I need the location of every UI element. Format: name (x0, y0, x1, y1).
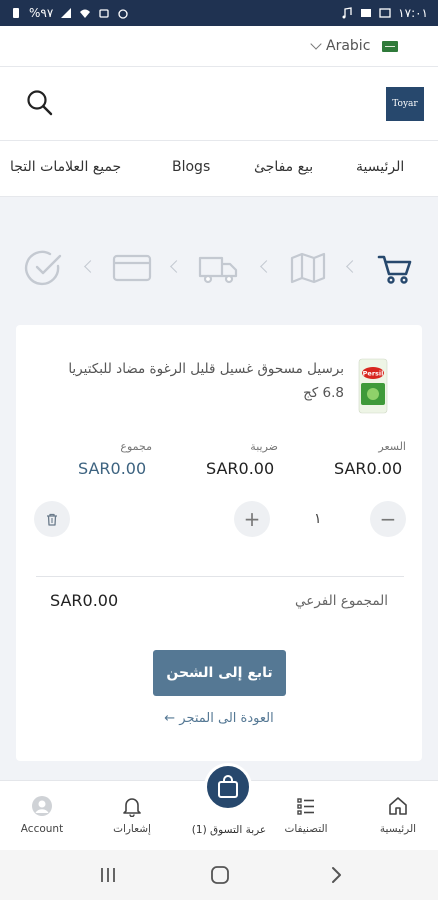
product-brand-mark: Persil (363, 370, 384, 378)
language-selector[interactable]: Arabic (0, 26, 438, 67)
status-left: %٩٧ (10, 6, 129, 20)
product-name[interactable]: برسيل مسحوق غسيل قليل الرغوة مضاد للبكتي… (44, 357, 344, 405)
bottom-nav-notifications-label: إشعارات (113, 823, 151, 835)
total-value: SAR0.00 (78, 459, 147, 478)
message-icon (379, 8, 391, 18)
logo-text: Toyar (392, 99, 418, 109)
bottom-nav-account-label: Account (20, 823, 64, 835)
cart-card: Persil برسيل مسحوق غسيل قليل الرغوة مضاد… (16, 325, 422, 761)
proceed-to-shipping-button[interactable]: تابع إلى الشحن (153, 650, 286, 696)
back-icon[interactable] (326, 865, 346, 885)
truck-icon (198, 256, 238, 284)
trash-icon (47, 513, 57, 526)
bottom-nav-notifications[interactable]: إشعارات (92, 795, 172, 835)
tax-value: SAR0.00 (206, 459, 275, 478)
subtotal-label: المجموع الفرعي (295, 593, 388, 609)
remove-item-button[interactable] (34, 501, 70, 537)
cart-icon (377, 255, 412, 284)
wifi-icon (80, 9, 91, 18)
system-nav-bar (0, 850, 438, 900)
search-icon[interactable] (24, 87, 56, 119)
checkout-steps (0, 240, 438, 296)
store-logo[interactable]: Toyar (386, 87, 424, 121)
language-label: Arabic (326, 38, 371, 54)
product-image[interactable]: Persil (358, 357, 388, 415)
nav-item-all-brands[interactable]: جميع العلامات التجا (10, 159, 121, 175)
home-button-icon[interactable] (210, 865, 230, 885)
chevron-down-icon (310, 38, 322, 50)
map-icon (290, 252, 326, 284)
avatar (32, 796, 52, 816)
bottom-nav-cart-label[interactable]: عربة التسوق (1) (170, 824, 288, 836)
step-separator (170, 260, 183, 273)
nav-item-flash-sale[interactable]: بيع مفاجئ (254, 159, 313, 175)
alarm-icon (118, 9, 128, 19)
gallery-icon (361, 9, 372, 17)
battery-icon (13, 8, 19, 18)
quantity-value: ١ (314, 511, 322, 527)
bottom-nav-home[interactable]: الرئيسية (358, 795, 438, 835)
list-icon (297, 798, 314, 815)
step-separator (346, 260, 359, 273)
step-separator (260, 260, 273, 273)
bell-icon (123, 798, 141, 817)
price-value: SAR0.00 (334, 459, 403, 478)
shopping-bag-icon (218, 775, 238, 798)
bottom-nav-home-label: الرئيسية (379, 823, 417, 835)
saudi-flag-icon (382, 40, 399, 52)
header: Toyar (0, 67, 438, 141)
mute-icon (99, 9, 109, 18)
tax-label: ضريبة (250, 440, 278, 453)
check-circle-icon (24, 250, 62, 286)
quantity-increase-button[interactable]: + (234, 501, 270, 537)
credit-card-icon (112, 254, 152, 282)
price-label: السعر (378, 440, 406, 453)
bottom-nav-account[interactable]: Account (2, 795, 82, 835)
back-to-store-link[interactable]: العودة الى المتجر ← (16, 711, 422, 726)
total-label: مجموع (120, 440, 152, 453)
main-nav: الرئيسية بيع مفاجئ Blogs جميع العلامات ا… (0, 141, 438, 197)
music-icon (342, 7, 352, 19)
divider (36, 576, 404, 577)
step-separator (84, 260, 97, 273)
nav-item-home[interactable]: الرئيسية (356, 159, 404, 175)
home-icon (389, 797, 407, 815)
clock: ١٧:٠١ (398, 6, 428, 20)
recent-apps-icon[interactable] (98, 865, 118, 885)
nav-item-blogs[interactable]: Blogs (172, 159, 210, 175)
status-right: ١٧:٠١ (341, 6, 428, 20)
bottom-nav-cart-button[interactable] (204, 763, 252, 811)
signal-icon (61, 8, 72, 18)
quantity-decrease-button[interactable]: − (370, 501, 406, 537)
status-bar: %٩٧ ١٧:٠١ (0, 0, 438, 26)
battery-percent: %٩٧ (29, 6, 54, 20)
subtotal-value: SAR0.00 (50, 591, 119, 610)
